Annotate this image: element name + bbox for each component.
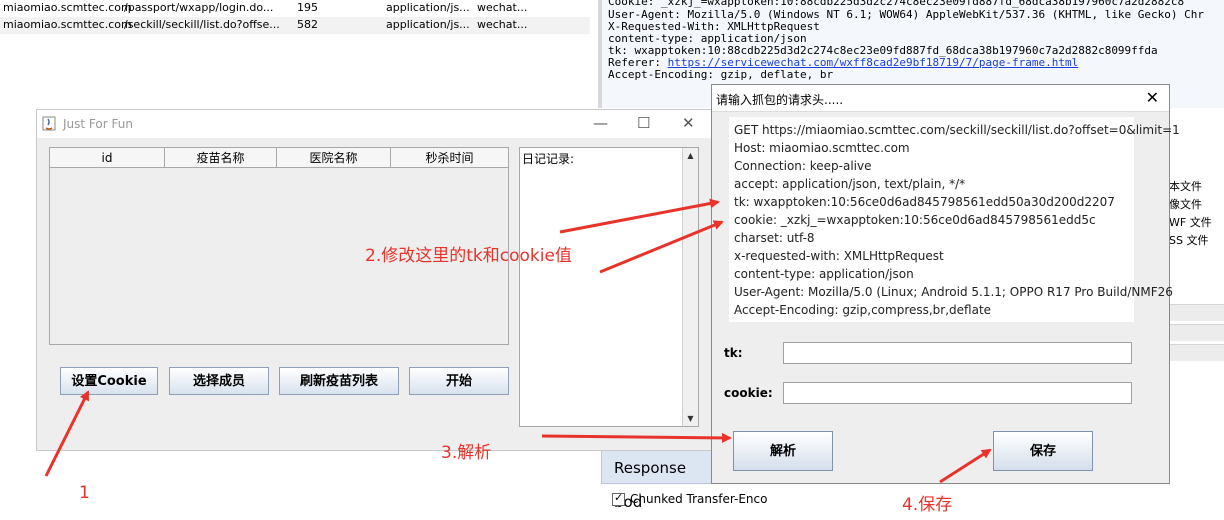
annotation-step1: 1 [79,483,90,503]
arrow-step1 [44,390,90,477]
annotation-step4: 4.保存 [902,495,953,515]
arrow-step2-tk [559,198,720,234]
annotation-arrows [44,198,992,484]
annotation-step2: 2.修改这里的tk和cookie值 [365,246,572,266]
annotation-step3: 3.解析 [441,443,492,463]
arrow-step2-cookie [599,220,724,274]
arrow-step4 [939,448,992,484]
arrow-step3 [541,432,732,443]
